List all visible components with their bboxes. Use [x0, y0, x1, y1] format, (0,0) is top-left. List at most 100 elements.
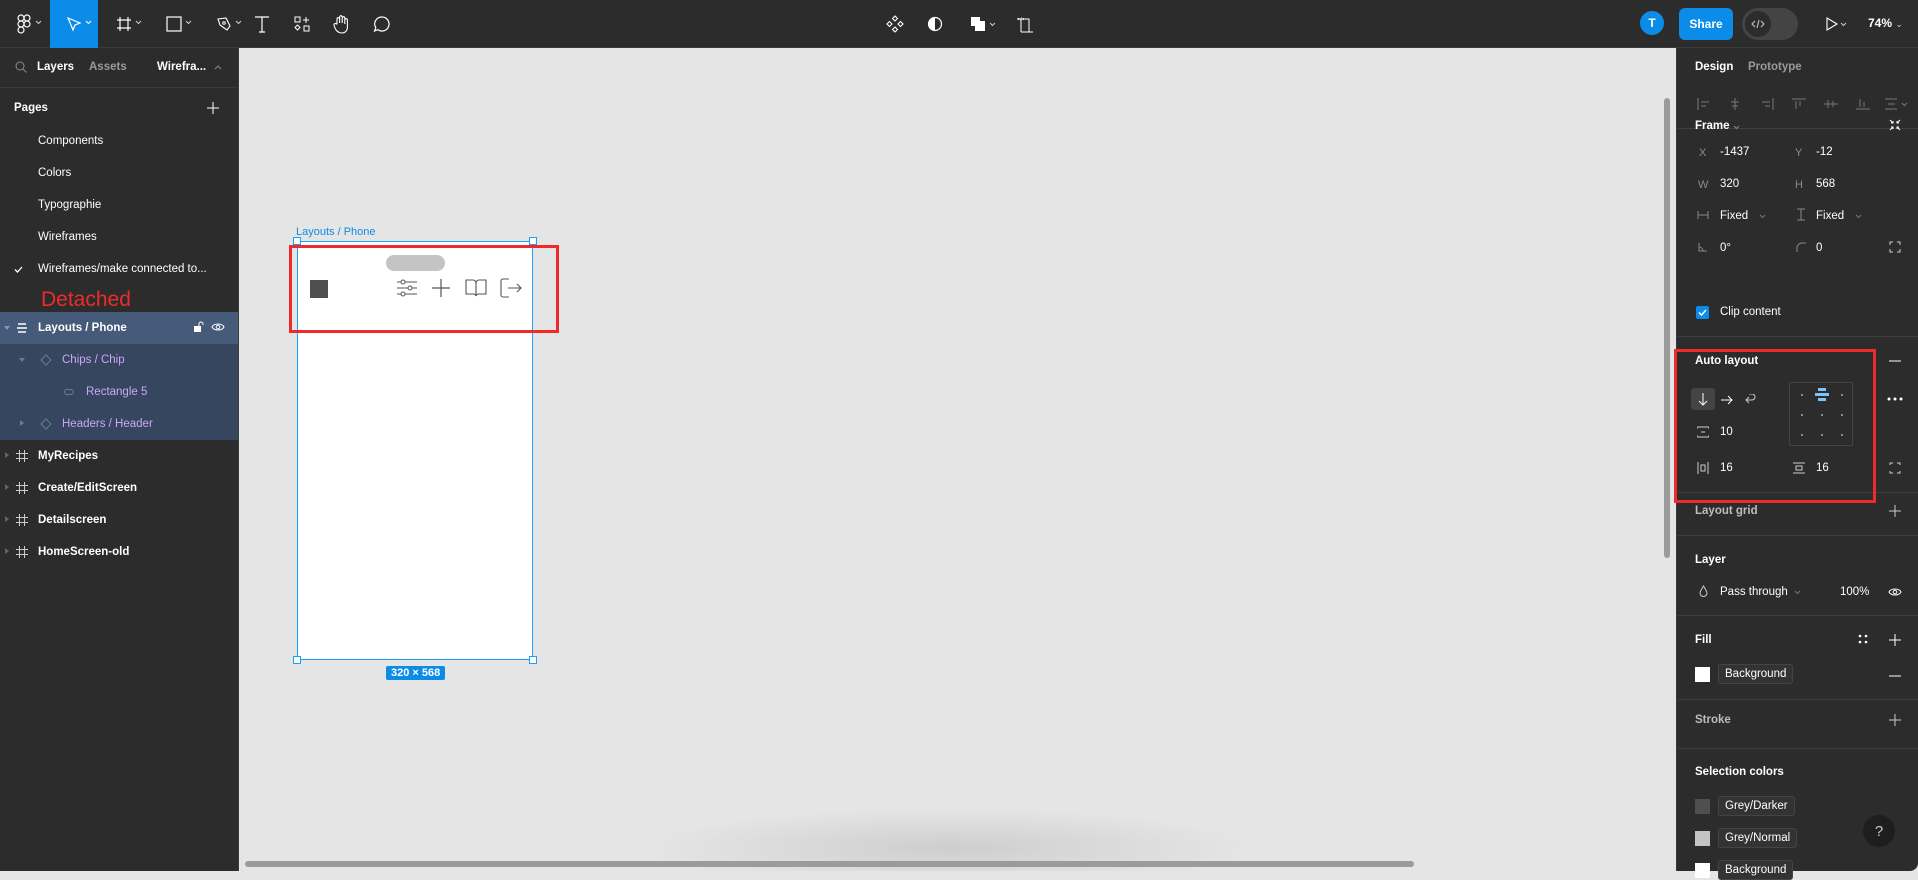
align-bottom-icon[interactable]: [1856, 98, 1870, 110]
canvas[interactable]: Layouts / Phone 320 × 568: [239, 48, 1676, 871]
user-avatar[interactable]: T: [1640, 11, 1664, 35]
chevron-up-icon[interactable]: [214, 65, 222, 70]
layer-row-headers-header[interactable]: Headers / Header: [0, 408, 238, 440]
remove-auto-layout-icon[interactable]: [1889, 360, 1901, 362]
horizontal-sizing-dropdown[interactable]: Fixed: [1720, 210, 1748, 222]
tab-design[interactable]: Design: [1695, 61, 1733, 73]
checkmark-icon: [14, 266, 23, 273]
page-item-typographie[interactable]: Typographie: [38, 199, 101, 211]
frame-title[interactable]: Frame: [1695, 120, 1730, 132]
tab-prototype[interactable]: Prototype: [1748, 61, 1802, 73]
fill-style-chip[interactable]: Background: [1718, 664, 1794, 684]
eye-icon[interactable]: [211, 322, 225, 332]
comment-tool-button[interactable]: [368, 0, 396, 48]
align-horizontal-center-icon[interactable]: [1728, 98, 1742, 110]
layer-row-homescreen-old[interactable]: HomeScreen-old: [0, 536, 238, 568]
resize-to-fit-icon[interactable]: [1889, 119, 1901, 131]
align-vertical-center-icon[interactable]: [1824, 98, 1838, 110]
caret-right-icon[interactable]: [5, 452, 9, 458]
vertical-scrollbar[interactable]: [1664, 98, 1670, 558]
dev-mode-toggle[interactable]: [1742, 8, 1798, 40]
add-fill-icon[interactable]: [1889, 634, 1901, 646]
help-button[interactable]: ?: [1863, 815, 1895, 847]
selection-color-chip[interactable]: Grey/Darker: [1718, 796, 1795, 816]
clip-content-checkbox[interactable]: [1696, 306, 1709, 319]
boolean-button[interactable]: [963, 0, 1003, 48]
chevron-down-icon[interactable]: [1855, 214, 1862, 219]
opacity-input[interactable]: 100%: [1840, 586, 1869, 598]
tab-assets[interactable]: Assets: [89, 61, 127, 73]
resize-handle-top-right[interactable]: [529, 237, 537, 245]
layer-row-detailscreen[interactable]: Detailscreen: [0, 504, 238, 536]
hand-tool-button[interactable]: [328, 0, 356, 48]
caret-right-icon[interactable]: [5, 484, 9, 490]
layer-row-create-edit-screen[interactable]: Create/EditScreen: [0, 472, 238, 504]
selection-color-chip[interactable]: Grey/Normal: [1718, 828, 1798, 848]
add-layout-grid-icon[interactable]: [1889, 505, 1901, 517]
page-item-wireframes[interactable]: Wireframes: [38, 231, 97, 243]
caret-down-icon[interactable]: [19, 358, 25, 362]
chevron-down-icon[interactable]: [1733, 125, 1740, 130]
independent-corners-icon[interactable]: [1889, 241, 1901, 253]
component-button[interactable]: [883, 0, 907, 48]
resize-handle-bottom-left[interactable]: [293, 656, 301, 664]
selection-color-swatch[interactable]: [1695, 831, 1710, 846]
text-tool-button[interactable]: [248, 0, 276, 48]
add-page-icon[interactable]: [207, 102, 219, 114]
vertical-sizing-dropdown[interactable]: Fixed: [1816, 210, 1844, 222]
move-tool-button[interactable]: [50, 0, 98, 48]
eye-icon[interactable]: [1888, 587, 1902, 597]
selection-color-swatch[interactable]: [1695, 799, 1710, 814]
layer-row-myrecipes[interactable]: MyRecipes: [0, 440, 238, 472]
individual-padding-icon[interactable]: [1889, 462, 1901, 474]
frame-name-label[interactable]: Layouts / Phone: [296, 226, 376, 238]
layer-row-rectangle-5[interactable]: Rectangle 5: [0, 376, 238, 408]
selection-color-chip[interactable]: Background: [1718, 860, 1794, 880]
align-top-icon[interactable]: [1792, 98, 1806, 110]
mask-button[interactable]: [923, 0, 947, 48]
search-icon[interactable]: [15, 61, 27, 73]
more-options-icon[interactable]: [1887, 397, 1903, 401]
share-button[interactable]: Share: [1679, 8, 1733, 40]
resize-handle-bottom-right[interactable]: [529, 656, 537, 664]
remove-fill-icon[interactable]: [1889, 675, 1901, 677]
resources-button[interactable]: [288, 0, 316, 48]
layer-row-layouts-phone[interactable]: Layouts / Phone: [0, 312, 238, 344]
caret-right-icon[interactable]: [5, 516, 9, 522]
x-input[interactable]: -1437: [1720, 146, 1749, 158]
chevron-down-icon[interactable]: [1794, 590, 1801, 595]
fill-color-swatch[interactable]: [1695, 667, 1710, 682]
horizontal-scrollbar[interactable]: [245, 861, 1414, 867]
tab-layers[interactable]: Layers: [37, 61, 74, 73]
align-right-icon[interactable]: [1760, 98, 1774, 110]
align-left-icon[interactable]: [1697, 98, 1711, 110]
frame-icon: [16, 546, 28, 558]
frame-tool-button[interactable]: [100, 0, 148, 48]
y-input[interactable]: -12: [1816, 146, 1833, 158]
layer-row-chips-chip[interactable]: Chips / Chip: [0, 344, 238, 376]
unlock-icon[interactable]: [194, 321, 204, 333]
crop-button[interactable]: [1013, 0, 1037, 48]
height-input[interactable]: 568: [1816, 178, 1835, 190]
caret-right-icon[interactable]: [5, 548, 9, 554]
page-item-colors[interactable]: Colors: [38, 167, 71, 179]
main-menu-button[interactable]: [0, 0, 48, 48]
zoom-level-dropdown[interactable]: 74% ⌄: [1868, 16, 1903, 30]
caret-right-icon[interactable]: [20, 420, 24, 426]
pen-tool-button[interactable]: [200, 0, 248, 48]
resize-handle-top-left[interactable]: [293, 237, 301, 245]
present-button[interactable]: [1820, 0, 1854, 48]
page-item-components[interactable]: Components: [38, 135, 103, 147]
caret-down-icon[interactable]: [4, 326, 10, 330]
blend-mode-dropdown[interactable]: Pass through: [1720, 586, 1788, 598]
shape-tool-button[interactable]: [150, 0, 198, 48]
distribute-icon[interactable]: [1885, 98, 1909, 110]
add-stroke-icon[interactable]: [1889, 714, 1901, 726]
page-item-current[interactable]: Wireframes/make connected to...: [38, 263, 207, 275]
rotation-input[interactable]: 0°: [1720, 242, 1731, 254]
width-input[interactable]: 320: [1720, 178, 1739, 190]
chevron-down-icon[interactable]: [1759, 214, 1766, 219]
page-selector[interactable]: Wirefra...: [157, 61, 206, 73]
style-grid-icon[interactable]: [1858, 634, 1868, 644]
corner-radius-input[interactable]: 0: [1816, 242, 1822, 254]
